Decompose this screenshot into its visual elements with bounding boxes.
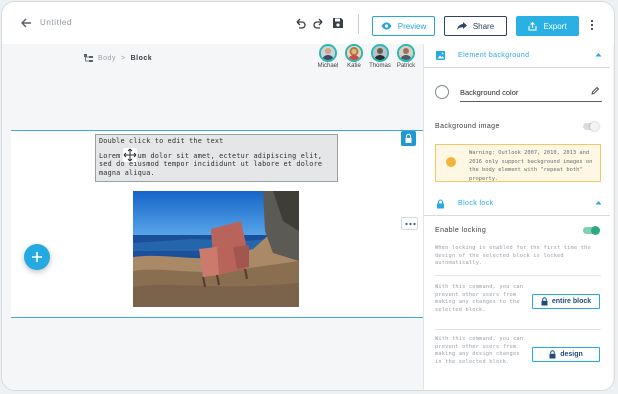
preview-button[interactable]: Preview: [372, 16, 435, 36]
block-more-button[interactable]: [401, 217, 418, 230]
background-color-label: Background color: [460, 88, 519, 97]
image-icon: [436, 51, 445, 60]
design-lock-description: With this command, you can prevent other…: [435, 336, 524, 365]
breadcrumb-root[interactable]: Body: [98, 55, 116, 62]
background-image-label: Background image: [435, 123, 500, 130]
lock-icon: [549, 350, 556, 359]
enable-locking-description: When locking is enabled for the first ti…: [435, 245, 591, 267]
export-label: Export: [543, 21, 567, 31]
toggle-knob: [591, 226, 600, 235]
enable-locking-toggle[interactable]: [583, 226, 600, 235]
export-icon: [528, 21, 537, 31]
avatar: [319, 44, 337, 62]
beach-chair-photo: [133, 191, 299, 307]
divider: [435, 329, 601, 330]
collaborator[interactable]: Thomas: [369, 44, 391, 69]
top-bar: Untitled Preview Share Export: [2, 2, 614, 44]
collaborator[interactable]: Michael: [318, 44, 338, 69]
editor-canvas: Body > Block Michael Katie Thomas Patric…: [2, 44, 423, 390]
block-bottom-border: [11, 317, 423, 318]
back-arrow-icon[interactable]: [20, 17, 32, 29]
element-background-title: Element background: [458, 52, 530, 59]
properties-panel: Element background Background color Back…: [423, 44, 614, 390]
share-arrow-icon: [456, 22, 467, 30]
text-heading: Double click to edit the text: [99, 137, 224, 145]
chevron-up-icon: [595, 201, 602, 205]
panel-scrollbar[interactable]: [613, 44, 614, 390]
redo-icon[interactable]: [313, 17, 325, 29]
preview-label: Preview: [397, 21, 427, 31]
avatar: [345, 44, 363, 62]
plus-icon: [32, 252, 42, 262]
block-lock-title: Block lock: [458, 200, 494, 207]
export-button[interactable]: Export: [516, 16, 579, 36]
collaborators-list: Michael Katie Thomas Patrick: [318, 44, 416, 69]
avatar: [397, 44, 415, 62]
entire-block-label: entire block: [551, 298, 592, 305]
entire-block-description: With this command, you can prevent other…: [435, 284, 524, 313]
lock-icon: [541, 297, 548, 306]
breadcrumb-separator: >: [120, 55, 126, 62]
breadcrumb-current: Block: [130, 55, 153, 62]
enable-locking-label: Enable locking: [435, 227, 487, 234]
warning-icon: [446, 157, 456, 167]
background-color-swatch[interactable]: [435, 85, 449, 99]
element-background-header[interactable]: Element background: [424, 44, 610, 68]
document-title[interactable]: Untitled: [40, 18, 72, 27]
warning-box: Warning: Outlook 2007, 2010, 2013 and 20…: [435, 144, 601, 182]
add-block-button[interactable]: [24, 244, 50, 270]
block-lock-icon[interactable]: [401, 131, 416, 146]
eye-icon: [381, 22, 392, 30]
more-options-icon[interactable]: [590, 19, 594, 31]
divider: [435, 275, 601, 276]
breadcrumb: Body > Block: [84, 54, 152, 63]
chevron-up-icon: [595, 53, 602, 57]
save-icon[interactable]: [332, 17, 344, 29]
background-image-toggle[interactable]: [583, 122, 599, 131]
warning-text: Warning: Outlook 2007, 2010, 2013 and 20…: [469, 150, 593, 182]
collaborator-name: Patrick: [396, 63, 416, 69]
structure-icon: [84, 54, 93, 62]
share-label: Share: [472, 21, 495, 31]
share-button[interactable]: Share: [444, 16, 507, 36]
design-label: design: [560, 351, 583, 358]
collaborator[interactable]: Katie: [344, 44, 364, 69]
edit-pencil-icon[interactable]: [591, 86, 600, 95]
selected-block[interactable]: Double click to edit the text Lorem ipsu…: [11, 131, 423, 317]
toggle-knob: [590, 122, 599, 131]
app-window: Untitled Preview Share Export Body > Blo…: [1, 1, 615, 391]
toolbar-divider: [358, 14, 359, 34]
avatar: [371, 44, 389, 62]
more-horizontal-icon: [405, 222, 416, 226]
collaborator[interactable]: Patrick: [396, 44, 416, 69]
image-element[interactable]: [133, 191, 299, 307]
lock-design-button[interactable]: design: [532, 347, 600, 362]
background-color-underline: [460, 101, 602, 102]
undo-icon[interactable]: [294, 17, 306, 29]
block-lock-header[interactable]: Block lock: [424, 192, 610, 216]
move-handle-icon[interactable]: [123, 148, 137, 162]
lock-icon: [437, 199, 444, 209]
lock-entire-block-button[interactable]: entire block: [532, 294, 600, 309]
